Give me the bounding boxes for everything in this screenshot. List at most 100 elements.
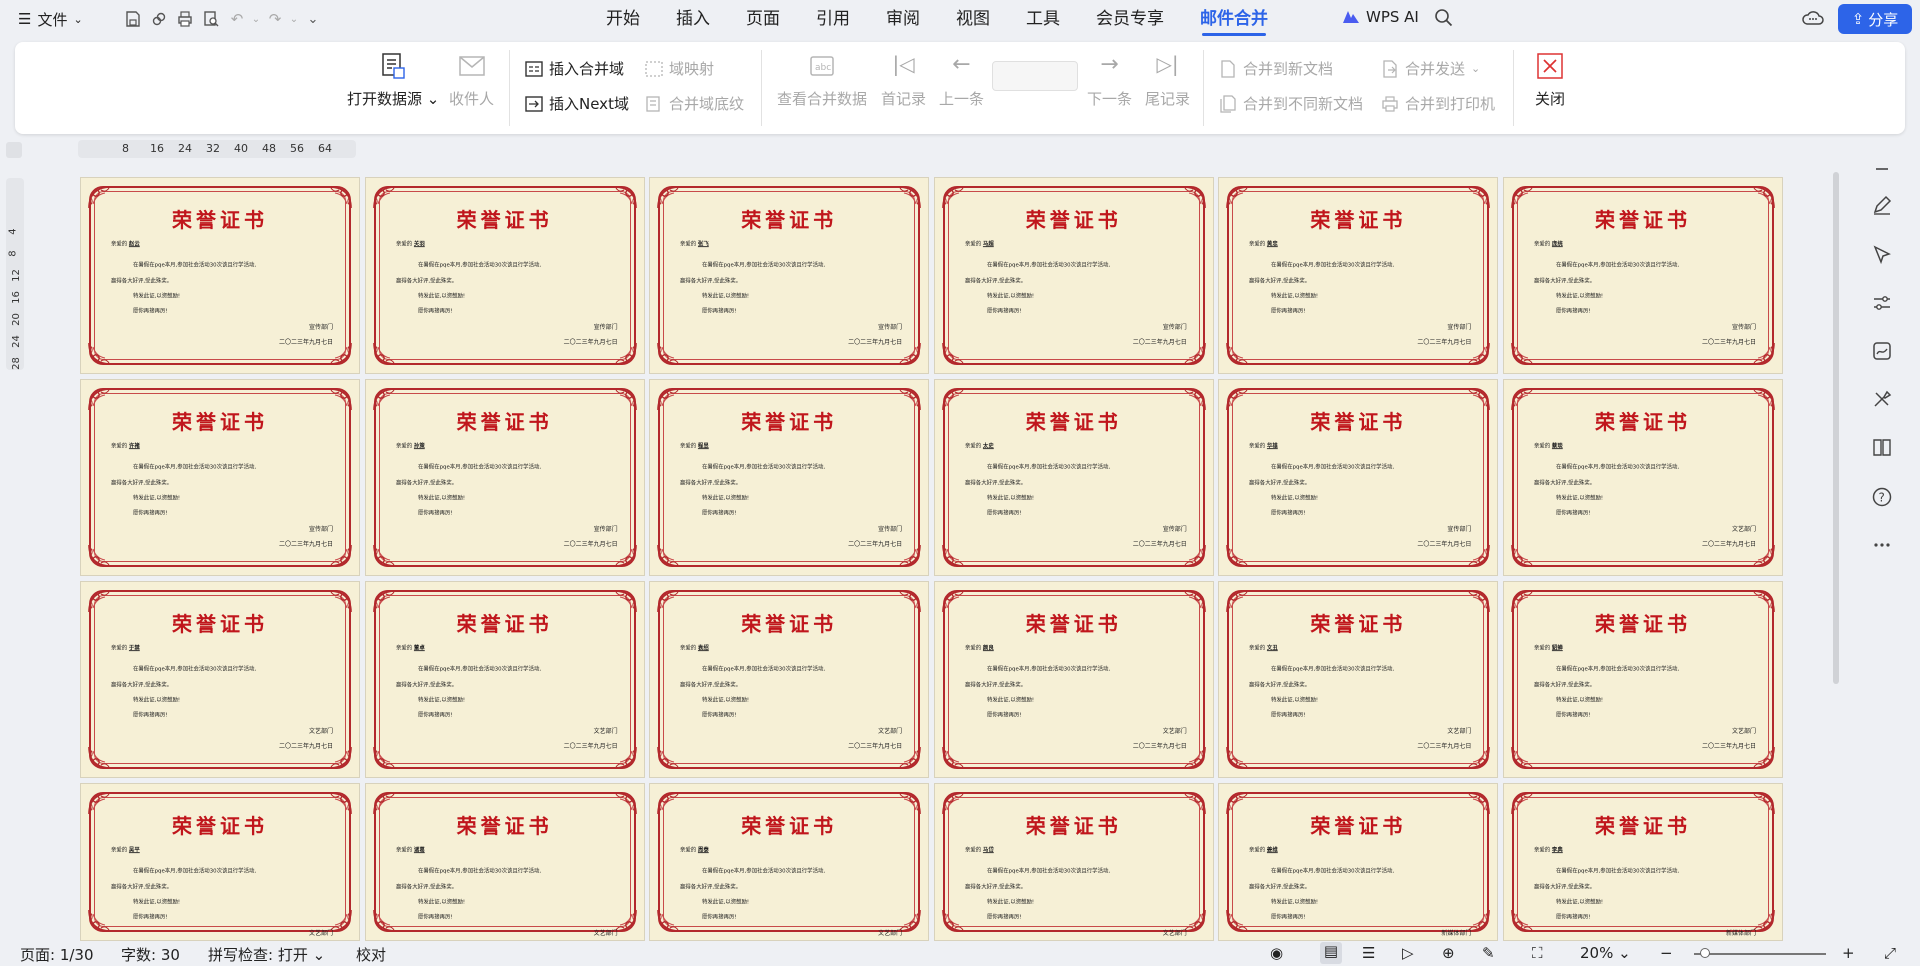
ribbon-separator [1513,50,1514,126]
more-chevron-icon[interactable]: ⌄ [300,6,326,32]
wps-ai-button[interactable]: WPS AI [1342,8,1419,26]
menu-tab-3[interactable]: 引用 [816,0,850,38]
recipients-button[interactable]: 收件人 [449,52,494,109]
menu-tab-4[interactable]: 审阅 [886,0,920,38]
last-record-button[interactable]: ▷| 尾记录 [1145,52,1190,109]
certificate-page[interactable]: 荣誉证书 亲爱的 张飞 在暑假在pqe本月,参加社会活动30次该且行学活动, 赢得各大… [649,177,930,374]
redo-icon[interactable]: ↷ [262,6,288,32]
certificate-page[interactable]: 荣誉证书 亲爱的 周泰 在暑假在pqe本月,参加社会活动30次该且行学活动, 赢得各大… [649,783,930,941]
web-view-icon[interactable]: ⊕ [1442,944,1455,962]
certificate-page[interactable]: 荣誉证书 亲爱的 程昱 在暑假在pqe本月,参加社会活动30次该且行学活动, 赢得各大… [649,379,930,576]
next-record-button[interactable]: → 下一条 [1087,52,1132,109]
undo-dropdown-icon[interactable]: ⌄ [250,6,262,32]
menu-tab-0[interactable]: 开始 [606,0,640,38]
zoom-slider[interactable] [1694,953,1826,955]
pen-icon[interactable] [1871,194,1897,220]
certificate-page[interactable]: 荣誉证书 亲爱的 董卓 在暑假在pqe本月,参加社会活动30次该且行学活动, 赢得各大… [364,581,645,778]
certificate-page[interactable]: 荣誉证书 亲爱的 貂蝉 在暑假在pqe本月,参加社会活动30次该且行学活动, 赢得各大… [1503,581,1783,778]
certificate-page[interactable]: 荣誉证书 亲爱的 马超 在暑假在pqe本月,参加社会活动30次该且行学活动, 赢得各大… [933,177,1214,374]
zoom-out-button[interactable]: − [1660,944,1673,962]
help-icon[interactable]: ? [1871,486,1897,512]
menu-tab-1[interactable]: 插入 [676,0,710,38]
file-menu-button[interactable]: ☰ 文件 ⌄ [18,8,83,30]
cloud-status-icon[interactable] [1802,8,1824,32]
book-icon[interactable] [1871,436,1897,462]
search-icon[interactable] [1434,8,1454,32]
field-map-button[interactable]: 域映射 [645,58,714,79]
close-mail-merge-button[interactable]: 关闭 [1535,52,1565,109]
certificate-page[interactable]: 荣誉证书 亲爱的 于禁 在暑假在pqe本月,参加社会活动30次该且行学活动, 赢得各大… [80,581,360,778]
menu-tab-2[interactable]: 页面 [746,0,780,38]
word-count[interactable]: 字数: 30 [121,944,180,965]
zoom-in-button[interactable]: + [1842,944,1855,962]
print-icon[interactable] [172,6,198,32]
page-view-icon[interactable]: ▤ [1320,942,1342,964]
menu-tab-6[interactable]: 工具 [1026,0,1060,38]
redo-dropdown-icon[interactable]: ⌄ [288,6,300,32]
print-preview-icon[interactable] [198,6,224,32]
certificate-page[interactable]: 荣誉证书 亲爱的 吴平 在暑假在pqe本月,参加社会活动30次该且行学活动, 赢得各大… [80,783,360,941]
menu-tab-7[interactable]: 会员专享 [1096,0,1164,38]
horizontal-ruler[interactable]: 8 16 24 32 40 48 56 64 [78,140,356,158]
certificate-page[interactable]: 荣誉证书 亲爱的 庞统 在暑假在pqe本月,参加社会活动30次该且行学活动, 赢得各大… [1503,177,1783,374]
outline-view-icon[interactable]: ☰ [1362,944,1375,962]
more-icon[interactable] [1871,534,1897,560]
page-indicator[interactable]: 页面: 1/30 [20,944,94,965]
view-merged-data-button[interactable]: abc 查看合并数据 [777,52,867,109]
zoom-level[interactable]: 20% ⌄ [1580,944,1631,962]
insert-merge-field-button[interactable]: 插入合并域 [525,58,624,79]
merge-send-button[interactable]: 合并发送 ⌄ [1381,58,1480,79]
zoom-slider-handle[interactable] [1700,948,1710,958]
undo-icon[interactable]: ↶ [224,6,250,32]
share-button[interactable]: ⇪ 分享 [1838,4,1912,34]
certificate-body-line: 愿你再接再厉! [417,307,453,315]
first-record-button[interactable]: |◁ 首记录 [881,52,926,109]
pen-mode-icon[interactable]: ✎ [1482,944,1495,962]
certificate-body-line: 赢得各大好评,受此殊奖。 [111,883,173,891]
menu-tab-8[interactable]: 邮件合并 [1200,0,1268,38]
certificate-page[interactable]: 荣誉证书 亲爱的 李典 在暑假在pqe本月,参加社会活动30次该且行学活动, 赢得各大… [1503,783,1783,941]
certificate-page[interactable]: 荣誉证书 亲爱的 关羽 在暑假在pqe本月,参加社会活动30次该且行学活动, 赢得各大… [364,177,645,374]
tools-icon[interactable] [1871,388,1897,414]
previous-record-button[interactable]: ← 上一条 [939,52,984,109]
merge-to-printer-button[interactable]: 合并到打印机 [1381,93,1495,114]
insert-next-field-button[interactable]: 插入Next域 [525,93,629,114]
link-icon[interactable] [146,6,172,32]
ruler-corner-toggle[interactable] [6,142,22,158]
adjust-sliders-icon[interactable] [1871,292,1897,318]
certificate-page[interactable]: 荣誉证书 亲爱的 蔡琰 在暑假在pqe本月,参加社会活动30次该且行学活动, 赢得各大… [1503,379,1783,576]
handwriting-icon[interactable] [1871,340,1897,366]
certificate-page[interactable]: 荣誉证书 亲爱的 姜维 在暑假在pqe本月,参加社会活动30次该且行学活动, 赢得各大… [1218,783,1499,941]
certificate-page[interactable]: 荣誉证书 亲爱的 赵云 在暑假在pqe本月,参加社会活动30次该且行学活动, 赢得各大… [80,177,360,374]
merge-to-new-doc-button[interactable]: 合并到新文档 [1219,58,1333,79]
department-name: 宣传部门 [1447,324,1472,331]
field-shading-button[interactable]: 合并域底纹 [645,93,744,114]
certificate-page[interactable]: 荣誉证书 亲爱的 颜良 在暑假在pqe本月,参加社会活动30次该且行学活动, 赢得各大… [933,581,1214,778]
certificate-page[interactable]: 荣誉证书 亲爱的 孙策 在暑假在pqe本月,参加社会活动30次该且行学活动, 赢得各大… [364,379,645,576]
record-number-input[interactable] [992,61,1078,91]
spell-check-toggle[interactable]: 拼写检查: 打开 ⌄ [208,944,325,965]
certificate-page[interactable]: 荣誉证书 亲爱的 许褚 在暑假在pqe本月,参加社会活动30次该且行学活动, 赢得各大… [80,379,360,576]
fit-page-icon[interactable]: ⛶ [1532,944,1543,962]
fullscreen-icon[interactable]: ⤢ [1884,944,1896,962]
open-data-source-button[interactable]: 打开数据源 ⌄ [347,52,439,109]
certificate-page[interactable]: 荣誉证书 亲爱的 马岱 在暑假在pqe本月,参加社会活动30次该且行学活动, 赢得各大… [933,783,1214,941]
certificate-page[interactable]: 荣誉证书 亲爱的 文丑 在暑假在pqe本月,参加社会活动30次该且行学活动, 赢得各大… [1218,581,1499,778]
save-icon[interactable] [120,6,146,32]
play-icon[interactable]: ▷ [1402,944,1414,962]
department-name: 文艺部门 [878,728,903,735]
menu-tab-5[interactable]: 视图 [956,0,990,38]
proofread-button[interactable]: 校对 [356,944,386,965]
cursor-select-icon[interactable] [1871,244,1897,270]
vertical-scrollbar[interactable] [1833,172,1839,684]
eye-protection-icon[interactable]: ◉ [1270,944,1283,962]
certificate-page[interactable]: 荣誉证书 亲爱的 黄忠 在暑假在pqe本月,参加社会活动30次该且行学活动, 赢得各大… [1218,177,1499,374]
merge-to-different-docs-button[interactable]: 合并到不同新文档 [1219,93,1363,114]
certificate-page[interactable]: 荣誉证书 亲爱的 袁绍 在暑假在pqe本月,参加社会活动30次该且行学活动, 赢得各大… [649,581,930,778]
certificate-page[interactable]: 荣誉证书 亲爱的 华雄 在暑假在pqe本月,参加社会活动30次该且行学活动, 赢得各大… [1218,379,1499,576]
certificate-page[interactable]: 荣誉证书 亲爱的 太史 在暑假在pqe本月,参加社会活动30次该且行学活动, 赢得各大… [933,379,1214,576]
minimize-panel-icon[interactable] [1871,158,1897,184]
vertical-ruler[interactable]: 4 8 12 16 20 24 28 [6,178,24,370]
certificate-page[interactable]: 荣誉证书 亲爱的 诸葛 在暑假在pqe本月,参加社会活动30次该且行学活动, 赢得各大… [364,783,645,941]
recipient-line: 亲爱的 蔡琰 [1534,442,1563,450]
